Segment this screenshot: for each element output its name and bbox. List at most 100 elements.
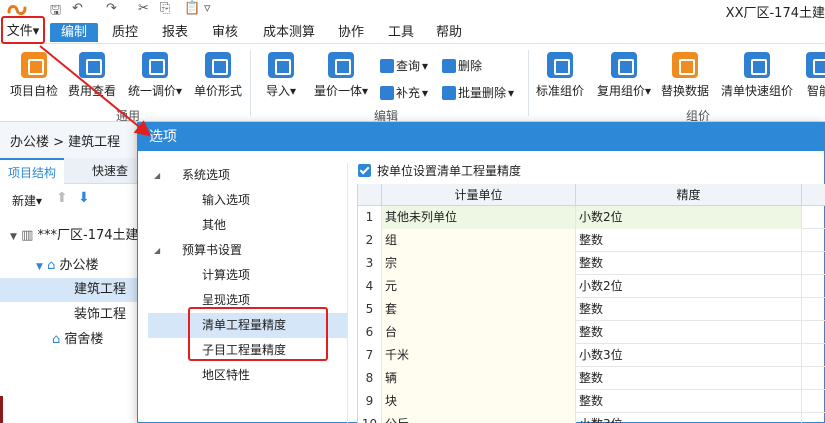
quantity-price-button[interactable]: 量价一体▾ — [314, 52, 368, 99]
delete-button[interactable]: 删除 — [442, 57, 482, 74]
import-button[interactable]: 导入▾ — [266, 52, 296, 99]
unit-cell[interactable]: 块 — [382, 390, 576, 413]
row-index-cell: 5 — [358, 298, 382, 321]
table-row[interactable]: 7 千米 小数3位 — [358, 344, 825, 367]
table-header: 计量单位 精度 — [358, 184, 825, 206]
menu-edit[interactable]: 编制 — [50, 23, 98, 42]
table-row[interactable]: 1 其他未列单位 小数2位 — [358, 206, 825, 229]
unit-price-form-button[interactable]: 单价形式 — [194, 52, 242, 99]
precision-cell[interactable]: 小数2位 — [576, 275, 802, 298]
precision-cell[interactable]: 整数 — [576, 321, 802, 344]
breadcrumb: 办公楼 > 建筑工程 — [0, 128, 140, 158]
collapse-icon: ▼ — [36, 262, 43, 272]
standard-price-button[interactable]: 标准组价 — [536, 52, 584, 99]
precision-cell[interactable]: 整数 — [576, 229, 802, 252]
row-index-cell: 9 — [358, 390, 382, 413]
unify-price-button[interactable]: 统一调价▾ — [128, 52, 182, 99]
menu-help[interactable]: 帮助 — [428, 23, 470, 42]
menu-review[interactable]: 审核 — [204, 23, 246, 42]
smart-button[interactable]: 智能 — [806, 52, 825, 99]
row-index-cell: 3 — [358, 252, 382, 275]
table-row[interactable]: 9 块整数 — [358, 390, 825, 413]
table-row[interactable]: 5 套整数 — [358, 298, 825, 321]
tree-node-dorm[interactable]: ⌂ 宿舍楼 — [0, 328, 140, 352]
unit-cell[interactable]: 套 — [382, 298, 576, 321]
precision-cell[interactable]: 整数 — [576, 252, 802, 275]
tree-node-project[interactable]: ▼ ▥ ***厂区-174土建 — [0, 224, 140, 248]
collapse-icon: ▼ — [10, 232, 17, 242]
project-check-button[interactable]: 项目自检 — [10, 52, 58, 99]
building-icon: ▥ — [21, 228, 34, 243]
view-fee-button[interactable]: 费用查看 — [68, 52, 116, 99]
option-system[interactable]: ◢ 系统选项 — [148, 163, 347, 188]
options-tree: ◢ 系统选项 输入选项 其他 ◢ 预算书设置 计算选项 呈现选项 清单工程量精度 子… — [148, 163, 348, 423]
move-down-icon[interactable]: ⬇ — [78, 190, 90, 206]
option-other[interactable]: 其他 — [148, 213, 347, 238]
fee-icon — [79, 52, 105, 78]
menu-tools[interactable]: 工具 — [380, 23, 422, 42]
unit-cell[interactable]: 公斤 — [382, 413, 576, 423]
menu-cost[interactable]: 成本测算 — [256, 23, 322, 42]
row-index-cell: 8 — [358, 367, 382, 390]
reuse-price-button[interactable]: 复用组价▾ — [597, 52, 651, 99]
standard-icon — [547, 52, 573, 78]
undo-icon[interactable]: ↶ — [72, 1, 83, 16]
table-row[interactable]: 4 元小数2位 — [358, 275, 825, 298]
unit-cell[interactable]: 其他未列单位 — [382, 206, 576, 229]
precision-cell[interactable]: 小数3位 — [576, 413, 802, 423]
collapse-icon: ◢ — [154, 246, 161, 255]
precision-cell[interactable]: 小数2位 — [576, 206, 802, 229]
unit-cell[interactable]: 台 — [382, 321, 576, 344]
batch-delete-button[interactable]: 批量删除 ▾ — [442, 84, 514, 101]
tab-quick-query[interactable]: 快速查询 — [84, 158, 140, 204]
house-icon: ⌂ — [47, 258, 56, 273]
tab-project-structure[interactable]: 项目结构 — [0, 158, 65, 184]
ribbon-separator — [250, 50, 251, 116]
new-button[interactable]: 新建▾ — [12, 192, 42, 209]
options-dialog: 选项 ◢ 系统选项 输入选项 其他 ◢ 预算书设置 计算选项 呈现选项 清单工程量精… — [137, 122, 825, 423]
precision-cell[interactable]: 整数 — [576, 390, 802, 413]
table-row[interactable]: 3 宗整数 — [358, 252, 825, 275]
header-index — [358, 184, 382, 206]
quick-price-button[interactable]: 清单快速组价 — [721, 52, 793, 99]
menu-collab[interactable]: 协作 — [330, 23, 372, 42]
option-input[interactable]: 输入选项 — [148, 188, 347, 213]
table-row[interactable]: 2 组整数 — [358, 229, 825, 252]
highlight-box-file — [1, 16, 45, 44]
unit-cell[interactable]: 千米 — [382, 344, 576, 367]
option-budget[interactable]: ◢ 预算书设置 — [148, 238, 347, 263]
row-index-cell: 6 — [358, 321, 382, 344]
unit-precision-checkbox[interactable]: 按单位设置清单工程量精度 — [358, 161, 521, 179]
table-row[interactable]: 6 台整数 — [358, 321, 825, 344]
paste-icon[interactable]: 📋 — [184, 1, 200, 16]
tree-node-decoration[interactable]: 装饰工程 — [0, 303, 140, 327]
tree-node-office[interactable]: ▼ ⌂ 办公楼 — [0, 254, 140, 278]
table-row[interactable]: 10公斤小数3位 — [358, 413, 825, 423]
dropdown-icon[interactable]: ▿ — [204, 1, 211, 16]
option-region[interactable]: 地区特性 — [148, 363, 347, 388]
cut-icon[interactable]: ✂ — [138, 1, 149, 16]
menu-bar: 文件▾ 编制 质控 报表 审核 成本测算 协作 工具 帮助 — [0, 16, 825, 44]
menu-report[interactable]: 报表 — [154, 23, 196, 42]
move-up-icon[interactable]: ⬆ — [56, 190, 68, 206]
precision-cell[interactable]: 整数 — [576, 367, 802, 390]
unit-cell[interactable]: 辆 — [382, 367, 576, 390]
table-row[interactable]: 8 辆整数 — [358, 367, 825, 390]
unit-cell[interactable]: 元 — [382, 275, 576, 298]
quick-access-bar: 🖫 ↶ ↷ ✂ ⎘ 📋 ▿ XX厂区-174土建 — [0, 0, 825, 21]
batch-icon — [442, 85, 456, 100]
tree-node-construction[interactable]: 建筑工程 — [0, 278, 140, 302]
unit-cell[interactable]: 宗 — [382, 252, 576, 275]
copy-icon[interactable]: ⎘ — [160, 1, 170, 16]
supplement-button[interactable]: 补充 ▾ — [380, 84, 428, 101]
replace-data-button[interactable]: 替换数据 — [661, 52, 709, 99]
unit-cell[interactable]: 组 — [382, 229, 576, 252]
dialog-title: 选项 — [138, 123, 825, 151]
row-index-cell: 10 — [358, 413, 382, 423]
menu-quality[interactable]: 质控 — [104, 23, 146, 42]
precision-cell[interactable]: 小数3位 — [576, 344, 802, 367]
query-button[interactable]: 查询 ▾ — [380, 57, 428, 74]
option-calc[interactable]: 计算选项 — [148, 263, 347, 288]
redo-icon[interactable]: ↷ — [106, 1, 117, 16]
precision-cell[interactable]: 整数 — [576, 298, 802, 321]
